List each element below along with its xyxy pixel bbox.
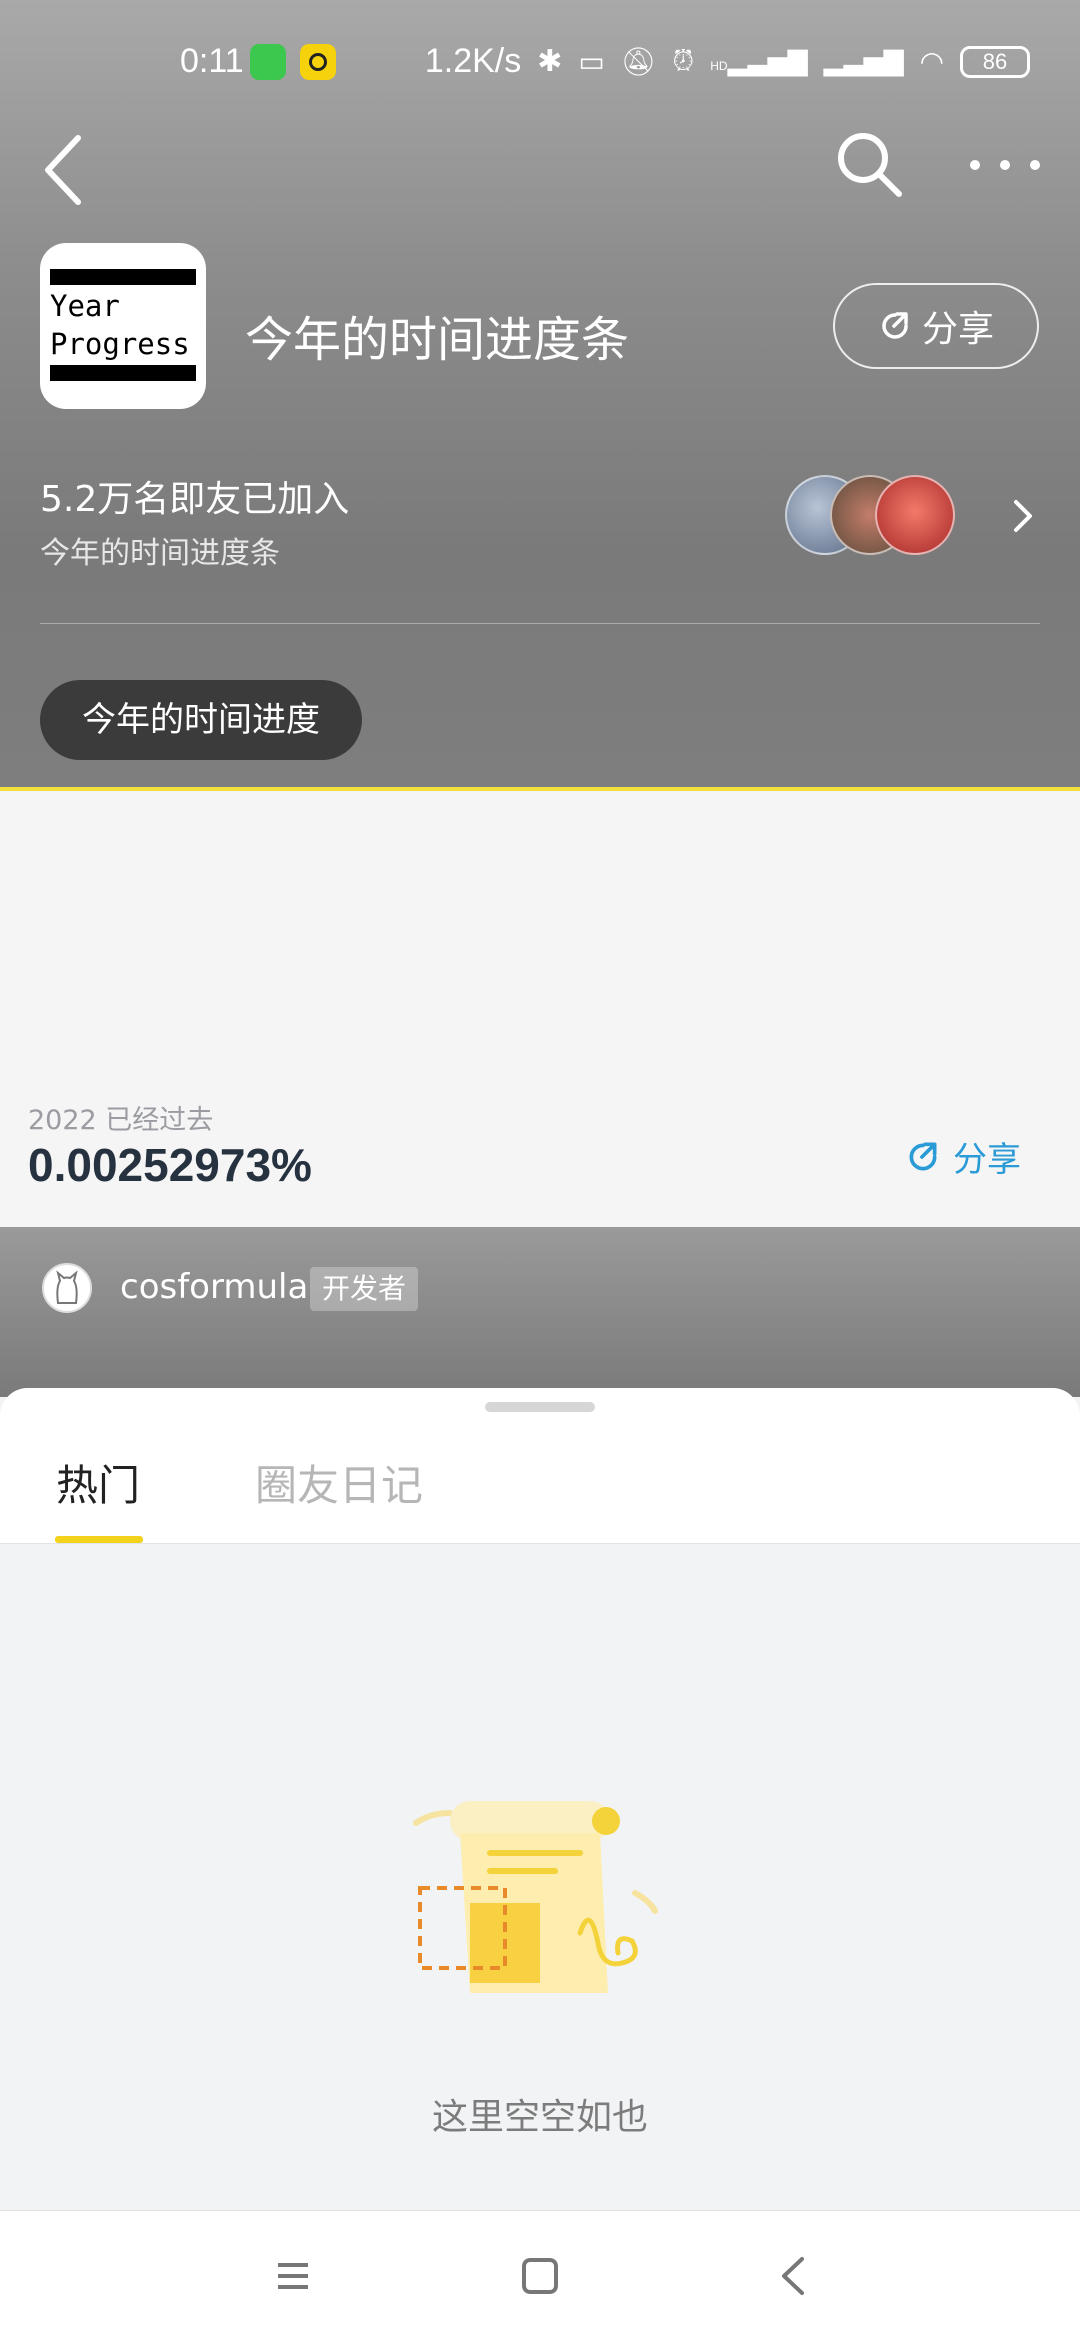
progress-year-label: 2022 已经过去 [28,1105,214,1136]
bluetooth-icon: ✱ [537,45,563,78]
members-subtitle: 今年的时间进度条 [40,536,280,571]
divider [40,623,1040,624]
share-label: 分享 [921,309,994,350]
topic-tag[interactable]: 今年的时间进度 [40,680,362,760]
status-time: 0:11 [180,42,244,80]
drag-handle[interactable] [485,1402,595,1412]
mute-icon: 🔕︎ [620,46,657,77]
cat-avatar-icon [56,1270,78,1304]
share-icon [882,312,908,339]
chevron-right-icon[interactable] [1010,498,1036,534]
network-speed: 1.2K/s [424,42,522,80]
tab-active-indicator [55,1536,143,1543]
back-icon[interactable] [40,130,90,210]
tab-diary[interactable]: 圈友日记 [255,1452,423,1513]
avatar[interactable] [42,1263,92,1313]
vibrate-icon: ▭ [578,46,605,77]
share-icon [909,1141,937,1170]
developer-badge: 开发者 [310,1267,419,1311]
app-icon-text: Year Progress [50,289,190,361]
empty-state-text: 这里空空如也 [431,2097,648,2138]
wechat-notification-icon [250,44,286,80]
progress-share-button[interactable]: 分享 [905,1132,1021,1181]
system-navigation-bar [0,2210,1080,2340]
status-indicators: 1.2K/s ✱ ▭ 🔕︎ ⏰︎ HD▂▃▅▇ ▂▃▅▇ ◠ 86 [425,42,1030,81]
sheet-tabs: 热门 圈友日记 [0,1388,1080,1544]
share-button[interactable]: 分享 [833,283,1039,369]
empty-scroll-icon [413,1801,658,1993]
app-notification-icon [300,44,336,80]
home-icon[interactable] [515,2251,565,2301]
topic-title: 今年的时间进度条 [245,312,630,368]
wifi-icon: ◠ [919,46,944,77]
status-bar: 0:11 1.2K/s ✱ ▭ 🔕︎ ⏰︎ HD▂▃▅▇ ▂▃▅▇ ◠ 86 [0,30,1080,94]
battery-indicator: 86 [960,45,1030,78]
nav-back-icon[interactable] [770,2251,820,2301]
tab-hot[interactable]: 热门 [56,1452,140,1513]
member-avatars[interactable] [785,475,955,559]
app-icon-bar [50,365,196,381]
header-accent-line [0,787,1080,791]
progress-share-label: 分享 [953,1140,1021,1180]
app-icon: Year Progress [40,243,206,409]
topic-header: 0:11 1.2K/s ✱ ▭ 🔕︎ ⏰︎ HD▂▃▅▇ ▂▃▅▇ ◠ 86 Y… [0,0,1080,790]
developer-name[interactable]: cosformula [120,1267,308,1307]
alarm-icon: ⏰︎ [672,45,695,76]
menu-icon[interactable] [268,2251,318,2301]
progress-card: 2022 已经过去 0.00252973% 分享 [0,792,1080,1227]
more-icon[interactable] [965,145,1045,185]
members-count[interactable]: 5.2万名即友已加入 [40,470,349,522]
progress-value: 0.00252973% [28,1139,312,1191]
signal-icon-2: ▂▃▅▇ [823,46,904,76]
content-sheet: 热门 圈友日记 这里空空如也 [0,1388,1080,2210]
search-icon[interactable] [835,130,905,200]
signal-icon: HD▂▃▅▇ [710,46,808,76]
app-icon-bar [50,269,196,285]
developer-strip[interactable]: cosformula 开发者 [0,1227,1080,1397]
avatar [875,475,955,555]
